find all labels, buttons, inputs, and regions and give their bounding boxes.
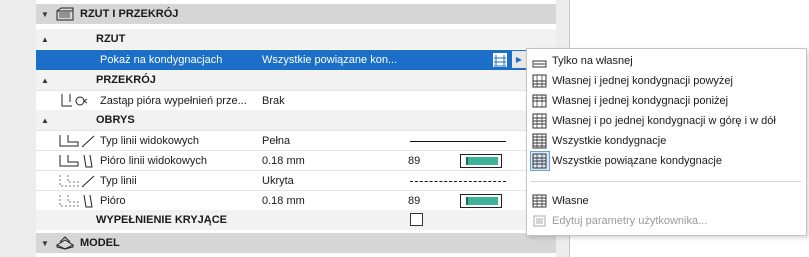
- menu-item-own-up-down[interactable]: Własnej i po jednej kondygnacji w górę i…: [527, 111, 806, 131]
- row-value: Wszystkie powiązane kon...: [262, 54, 398, 66]
- menu-item-label: Własne: [552, 195, 589, 207]
- row-value: Ukryta: [262, 175, 294, 187]
- row-label: Pióro linii widokowych: [100, 155, 207, 167]
- menu-item-label: Tylko na własnej: [552, 55, 633, 67]
- collapse-triangle-icon[interactable]: ▲: [36, 35, 54, 44]
- menu-item-own-and-above[interactable]: Własnej i jednej kondygnacji powyżej: [527, 71, 806, 91]
- story-down-icon: [531, 92, 549, 110]
- line-type-dashed-icon: [58, 173, 96, 189]
- story-updown-icon: [531, 112, 549, 130]
- dashed-line-preview: [410, 181, 506, 182]
- group-obrys[interactable]: ▲ OBRYS: [36, 110, 556, 130]
- menu-item-all-stories[interactable]: Wszystkie kondygnacje: [527, 131, 806, 151]
- row-value: Pełna: [262, 135, 291, 147]
- pen-number: 89: [408, 195, 421, 207]
- floor-plan-section-icon: [54, 6, 76, 22]
- menu-item-label: Wszystkie kondygnacje: [552, 135, 667, 147]
- line-type-icon: [58, 133, 96, 149]
- pen-swatch[interactable]: [460, 194, 502, 208]
- row-pen[interactable]: Pióro 0.18 mm 89: [36, 190, 556, 211]
- section-title: RZUT I PRZEKRÓJ: [80, 8, 179, 20]
- pen-dashed-icon: [58, 193, 96, 209]
- section-header-rzut-przekroj[interactable]: ▼ RZUT I PRZEKRÓJ: [36, 4, 556, 24]
- story-visibility-menu: Tylko na własnej Własnej i jednej kondyg…: [526, 48, 807, 236]
- pen-swatch[interactable]: [460, 154, 502, 168]
- group-label: OBRYS: [96, 114, 135, 126]
- row-value: 0.18 mm: [262, 155, 305, 167]
- row-label: Zastąp pióra wypełnień prze...: [100, 95, 247, 107]
- menu-item-label: Własnej i po jednej kondygnacji w górę i…: [552, 115, 776, 127]
- dropdown-arrow-button[interactable]: ▶: [512, 51, 526, 68]
- collapse-triangle-icon[interactable]: ▼: [36, 10, 54, 19]
- group-label: PRZEKRÓJ: [96, 74, 156, 86]
- menu-item-custom[interactable]: Własne: [527, 191, 806, 211]
- menu-item-edit-custom[interactable]: Edytuj parametry użytkownika...: [527, 211, 806, 231]
- row-line-type[interactable]: Typ linii Ukryta: [36, 170, 556, 191]
- row-label: Typ linii widokowych: [100, 135, 200, 147]
- section-title: MODEL: [80, 237, 120, 249]
- solid-line-preview: [410, 141, 506, 142]
- menu-item-label: Edytuj parametry użytkownika...: [552, 215, 708, 227]
- menu-item-own-story[interactable]: Tylko na własnej: [527, 51, 806, 71]
- row-override-fill-pens[interactable]: Zastąp pióra wypełnień prze... Brak: [36, 90, 556, 111]
- group-rzut[interactable]: ▲ RZUT: [36, 29, 556, 49]
- row-view-line-pen[interactable]: Pióro linii widokowych 0.18 mm 89: [36, 150, 556, 171]
- collapse-triangle-icon[interactable]: ▼: [36, 239, 54, 248]
- menu-item-all-related-stories[interactable]: Wszystkie powiązane kondygnacje: [527, 151, 806, 171]
- row-value: 0.18 mm: [262, 195, 305, 207]
- story-related-icon: [492, 52, 508, 68]
- pen-number: 89: [408, 155, 421, 167]
- menu-item-label: Własnej i jednej kondygnacji powyżej: [552, 75, 733, 87]
- story-related-icon: [530, 151, 550, 171]
- menu-item-label: Własnej i jednej kondygnacji poniżej: [552, 95, 729, 107]
- row-label: Pióro: [100, 195, 126, 207]
- group-przekroj[interactable]: ▲ PRZEKRÓJ: [36, 70, 556, 90]
- row-view-line-type[interactable]: Typ linii widokowych Pełna: [36, 130, 556, 151]
- row-value: Brak: [262, 95, 285, 107]
- fill-pen-override-icon: [58, 93, 96, 109]
- menu-separator: [531, 181, 801, 182]
- story-up-icon: [531, 72, 549, 90]
- group-label: RZUT: [96, 33, 126, 45]
- cover-fill-checkbox[interactable]: [410, 213, 423, 226]
- collapse-triangle-icon[interactable]: ▲: [36, 76, 54, 85]
- story-custom-icon: [531, 192, 549, 210]
- edit-settings-icon: [531, 212, 549, 230]
- pen-icon: [58, 153, 96, 169]
- menu-item-own-and-below[interactable]: Własnej i jednej kondygnacji poniżej: [527, 91, 806, 111]
- story-all-icon: [531, 132, 549, 150]
- collapse-triangle-icon[interactable]: ▲: [36, 116, 54, 125]
- group-label: WYPEŁNIENIE KRYJĄCE: [96, 214, 228, 226]
- menu-item-label: Wszystkie powiązane kondygnacje: [552, 155, 722, 167]
- row-cover-fill[interactable]: WYPEŁNIENIE KRYJĄCE: [36, 210, 556, 230]
- row-label: Pokaż na kondygnacjach: [100, 54, 223, 66]
- row-show-on-stories[interactable]: Pokaż na kondygnacjach Wszystkie powiąza…: [36, 50, 556, 70]
- model-icon: [54, 235, 76, 251]
- section-header-model[interactable]: ▼ MODEL: [36, 233, 556, 253]
- row-label: Typ linii: [100, 175, 137, 187]
- story-own-icon: [531, 52, 549, 70]
